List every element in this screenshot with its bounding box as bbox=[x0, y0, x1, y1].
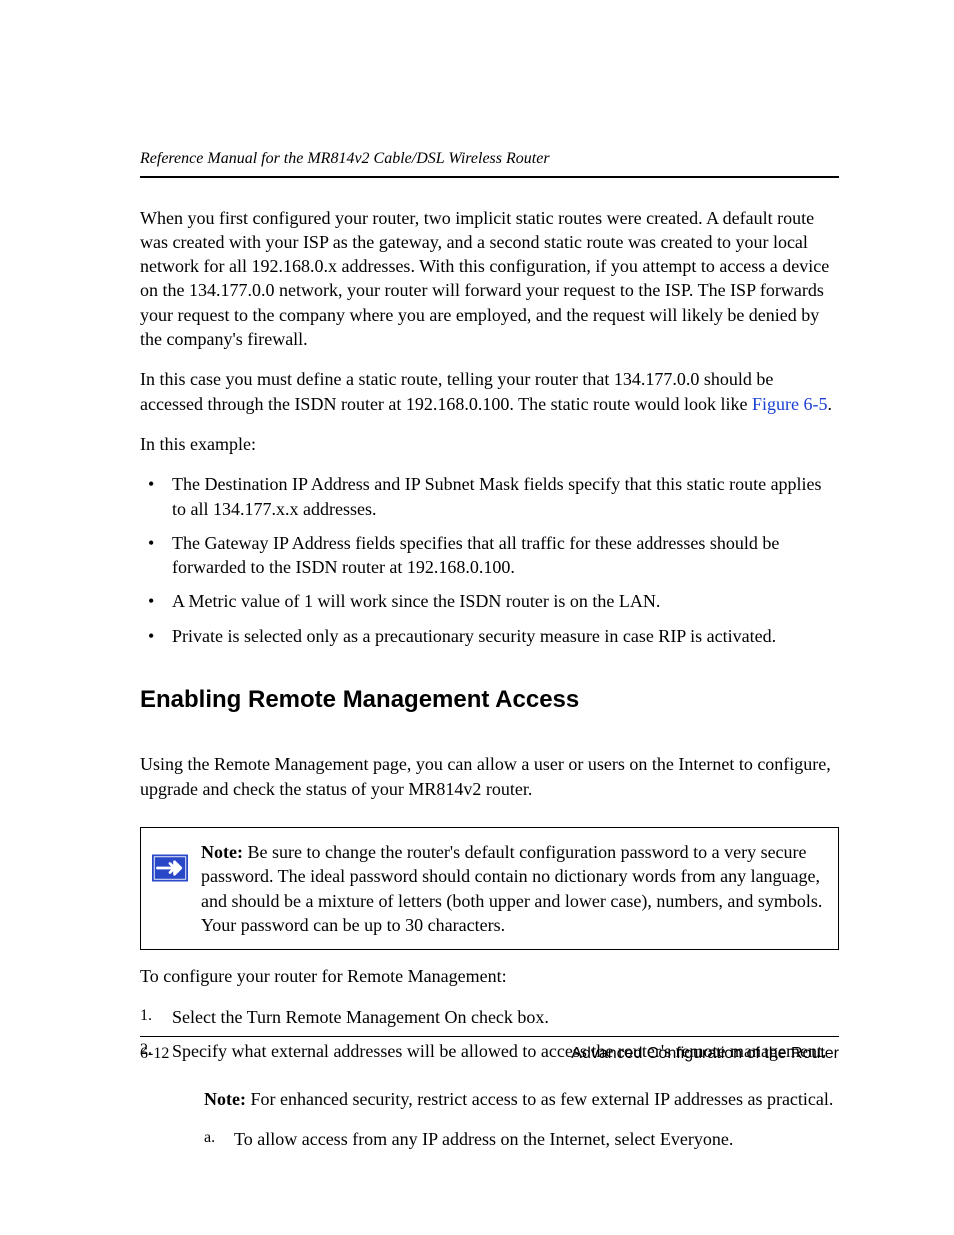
paragraph-4: Using the Remote Management page, you ca… bbox=[140, 752, 839, 801]
bullet-item: The Gateway IP Address fields specifies … bbox=[140, 531, 839, 580]
sub-step-text: To allow access from any IP address on t… bbox=[234, 1129, 733, 1149]
running-header: Reference Manual for the MR814v2 Cable/D… bbox=[140, 148, 839, 170]
bullet-list: The Destination IP Address and IP Subnet… bbox=[140, 472, 839, 648]
footer-section-title: Advanced Configuration of the Router bbox=[571, 1043, 839, 1065]
note-label: Note: bbox=[201, 842, 243, 862]
bullet-item: A Metric value of 1 will work since the … bbox=[140, 589, 839, 613]
paragraph-1: When you first configured your router, t… bbox=[140, 206, 839, 352]
footer-rule bbox=[140, 1036, 839, 1037]
note-box: Note: Be sure to change the router's def… bbox=[140, 827, 839, 950]
paragraph-2-pre: In this case you must define a static ro… bbox=[140, 369, 773, 413]
paragraph-5: To configure your router for Remote Mana… bbox=[140, 964, 839, 988]
paragraph-2-post: . bbox=[828, 394, 833, 414]
lettered-list: a.To allow access from any IP address on… bbox=[172, 1127, 839, 1151]
paragraph-3: In this example: bbox=[140, 432, 839, 456]
note-body: Be sure to change the router's default c… bbox=[201, 842, 822, 935]
step-note-body: For enhanced security, restrict access t… bbox=[246, 1089, 833, 1109]
note-text: Note: Be sure to change the router's def… bbox=[191, 840, 824, 937]
step-note-label: Note: bbox=[204, 1089, 246, 1109]
page-footer: 6-12 Advanced Configuration of the Route… bbox=[140, 1036, 839, 1065]
paragraph-2: In this case you must define a static ro… bbox=[140, 367, 839, 416]
arrow-note-icon bbox=[149, 854, 191, 882]
header-rule bbox=[140, 176, 839, 178]
bullet-item: The Destination IP Address and IP Subnet… bbox=[140, 472, 839, 521]
page-number: 6-12 bbox=[140, 1043, 169, 1065]
step-item: 1.Select the Turn Remote Management On c… bbox=[140, 1005, 839, 1029]
step-text: Select the Turn Remote Management On che… bbox=[172, 1007, 549, 1027]
step-2-note: Note: For enhanced security, restrict ac… bbox=[172, 1087, 839, 1111]
numbered-list: 1.Select the Turn Remote Management On c… bbox=[140, 1005, 839, 1152]
section-heading: Enabling Remote Management Access bbox=[140, 684, 839, 716]
sub-step-item: a.To allow access from any IP address on… bbox=[204, 1127, 839, 1151]
bullet-item: Private is selected only as a precaution… bbox=[140, 624, 839, 648]
figure-link[interactable]: Figure 6-5 bbox=[752, 394, 828, 414]
